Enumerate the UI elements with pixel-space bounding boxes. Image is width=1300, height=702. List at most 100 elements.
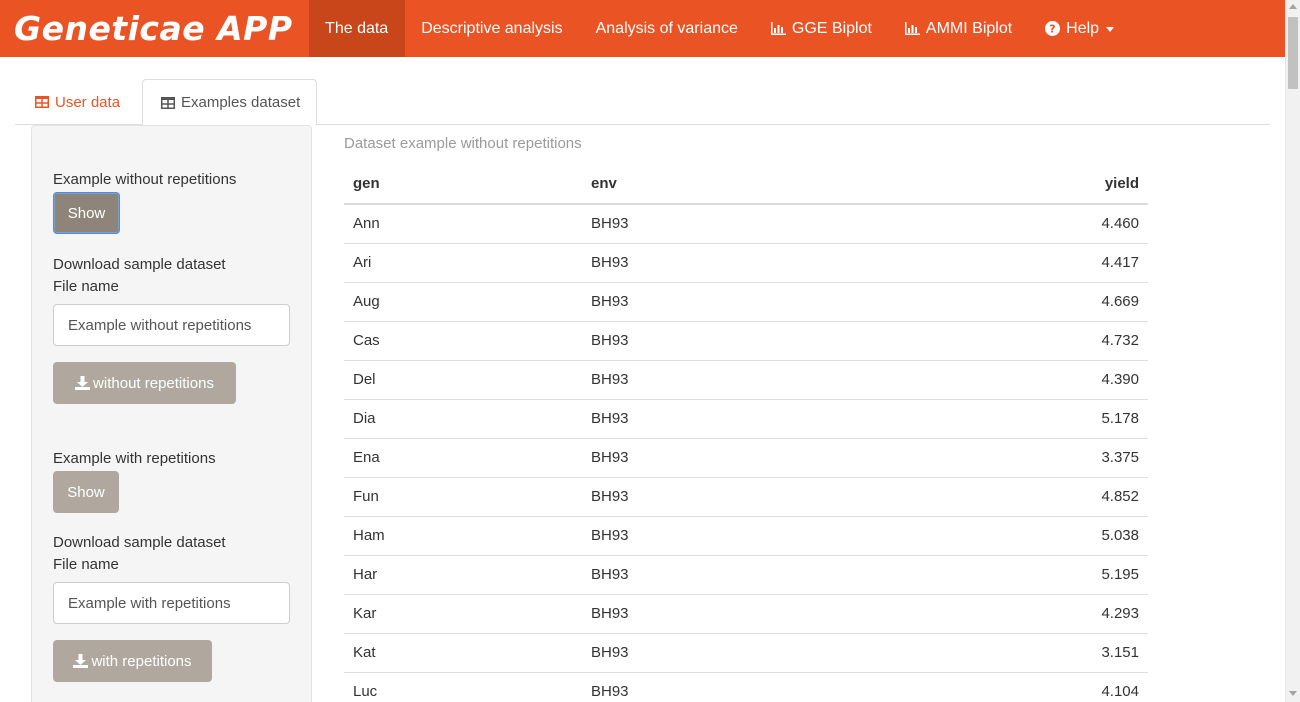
download-rep-label: with repetitions <box>91 652 192 670</box>
download-no-rep-label: without repetitions <box>93 374 214 392</box>
table-row: Kar BH93 4.293 <box>344 593 1148 633</box>
app-brand[interactable]: Geneticae APP <box>0 0 309 57</box>
cell-yield: 4.390 <box>882 359 1148 399</box>
nav-descriptive-analysis-label: Descriptive analysis <box>421 19 563 37</box>
cell-yield: 5.038 <box>882 515 1148 555</box>
download-rep-button[interactable]: with repetitions <box>53 640 212 682</box>
cell-yield: 4.669 <box>882 281 1148 321</box>
nav-analysis-of-variance[interactable]: Analysis of variance <box>579 0 754 57</box>
cell-gen: Kat <box>344 632 582 672</box>
table-row: Ena BH93 3.375 <box>344 437 1148 477</box>
table-row: Kat BH93 3.151 <box>344 632 1148 672</box>
cell-gen: Ann <box>344 203 582 243</box>
cell-yield: 4.293 <box>882 593 1148 633</box>
scroll-down-arrow-icon[interactable] <box>1289 691 1297 696</box>
cell-env: BH93 <box>582 398 882 438</box>
sidebar-panel: Example without repetitions Show Downloa… <box>31 125 312 702</box>
page-scrollbar[interactable] <box>1285 0 1300 702</box>
bar-chart-icon <box>904 22 920 35</box>
table-caption: Dataset example without repetitions <box>344 135 582 152</box>
file-name-label-rep: File name <box>53 556 119 573</box>
cell-gen: Cas <box>344 320 582 360</box>
cell-env: BH93 <box>582 554 882 594</box>
cell-yield: 4.732 <box>882 320 1148 360</box>
cell-yield: 3.375 <box>882 437 1148 477</box>
cell-gen: Kar <box>344 593 582 633</box>
cell-yield: 3.151 <box>882 632 1148 672</box>
nav-help-dropdown[interactable]: ? Help <box>1029 0 1131 57</box>
nav-help-label: Help <box>1066 19 1100 37</box>
cell-yield: 4.417 <box>882 242 1148 282</box>
cell-env: BH93 <box>582 242 882 282</box>
tab-examples-dataset[interactable]: Examples dataset <box>142 79 318 126</box>
cell-env: BH93 <box>582 476 882 516</box>
top-navbar: Geneticae APP The data Descriptive analy… <box>0 0 1300 57</box>
cell-gen: Ari <box>344 242 582 282</box>
cell-gen: Dia <box>344 398 582 438</box>
table-row: Cas BH93 4.732 <box>344 320 1148 360</box>
cell-env: BH93 <box>582 437 882 477</box>
show-no-rep-button[interactable]: Show <box>53 192 120 234</box>
table-row: Del BH93 4.390 <box>344 359 1148 399</box>
download-no-rep-button[interactable]: without repetitions <box>53 362 236 404</box>
tab-user-data[interactable]: User data <box>19 79 136 125</box>
nav-descriptive-analysis[interactable]: Descriptive analysis <box>405 0 579 57</box>
table-icon <box>35 96 49 108</box>
cell-yield: 5.178 <box>882 398 1148 438</box>
data-tabs: User data Examples dataset <box>15 79 1270 126</box>
rep-heading: Example with repetitions <box>53 450 216 467</box>
dataset-table: gen env yield Ann BH93 4.460 Ari BH93 4.417 Au… <box>344 163 1148 702</box>
nav-gge-biplot-label: GGE Biplot <box>791 19 872 37</box>
cell-env: BH93 <box>582 632 882 672</box>
cell-yield: 5.195 <box>882 554 1148 594</box>
table-row: Har BH93 5.195 <box>344 554 1148 594</box>
show-rep-button[interactable]: Show <box>53 471 119 513</box>
caret-down-icon <box>1106 27 1115 32</box>
cell-gen: Del <box>344 359 582 399</box>
question-circle-icon: ? <box>1045 21 1061 36</box>
svg-text:?: ? <box>1049 23 1055 36</box>
table-icon <box>161 96 175 109</box>
table-row: Ann BH93 4.460 <box>344 203 1148 243</box>
scroll-up-arrow-icon[interactable] <box>1289 4 1297 9</box>
tab-examples-dataset-label: Examples dataset <box>181 94 301 111</box>
bar-chart-icon <box>770 22 786 35</box>
cell-yield: 4.852 <box>882 476 1148 516</box>
cell-gen: Har <box>344 554 582 594</box>
cell-gen: Luc <box>344 671 582 702</box>
download-heading-rep: Download sample dataset <box>53 534 226 551</box>
cell-env: BH93 <box>582 593 882 633</box>
nav-analysis-of-variance-label: Analysis of variance <box>595 19 738 37</box>
download-heading-no-rep: Download sample dataset <box>53 256 226 273</box>
column-header-env[interactable]: env <box>582 163 882 205</box>
cell-gen: Ham <box>344 515 582 555</box>
download-icon <box>73 654 89 668</box>
table-row: Luc BH93 4.104 <box>344 671 1148 702</box>
cell-env: BH93 <box>582 671 882 702</box>
column-header-yield[interactable]: yield <box>882 163 1148 205</box>
nav-gge-biplot[interactable]: GGE Biplot <box>754 0 888 57</box>
scrollbar-thumb[interactable] <box>1288 17 1298 89</box>
cell-env: BH93 <box>582 203 882 243</box>
cell-yield: 4.104 <box>882 671 1148 702</box>
table-row: Dia BH93 5.178 <box>344 398 1148 438</box>
table-row: Fun BH93 4.852 <box>344 476 1148 516</box>
cell-gen: Ena <box>344 437 582 477</box>
cell-gen: Aug <box>344 281 582 321</box>
cell-env: BH93 <box>582 281 882 321</box>
cell-env: BH93 <box>582 515 882 555</box>
nav-the-data[interactable]: The data <box>308 0 405 57</box>
table-header-row: gen env yield <box>344 163 1148 205</box>
file-name-input-rep[interactable]: Example with repetitions <box>53 582 290 624</box>
file-name-input-no-rep[interactable]: Example without repetitions <box>53 304 290 346</box>
tab-user-data-label: User data <box>55 93 121 111</box>
nav-ammi-biplot-label: AMMI Biplot <box>925 19 1013 37</box>
column-header-gen[interactable]: gen <box>344 163 582 205</box>
file-name-label-no-rep: File name <box>53 278 119 295</box>
nav-the-data-label: The data <box>325 19 389 37</box>
cell-env: BH93 <box>582 320 882 360</box>
cell-gen: Fun <box>344 476 582 516</box>
cell-env: BH93 <box>582 359 882 399</box>
table-row: Ari BH93 4.417 <box>344 242 1148 282</box>
nav-ammi-biplot[interactable]: AMMI Biplot <box>888 0 1028 57</box>
